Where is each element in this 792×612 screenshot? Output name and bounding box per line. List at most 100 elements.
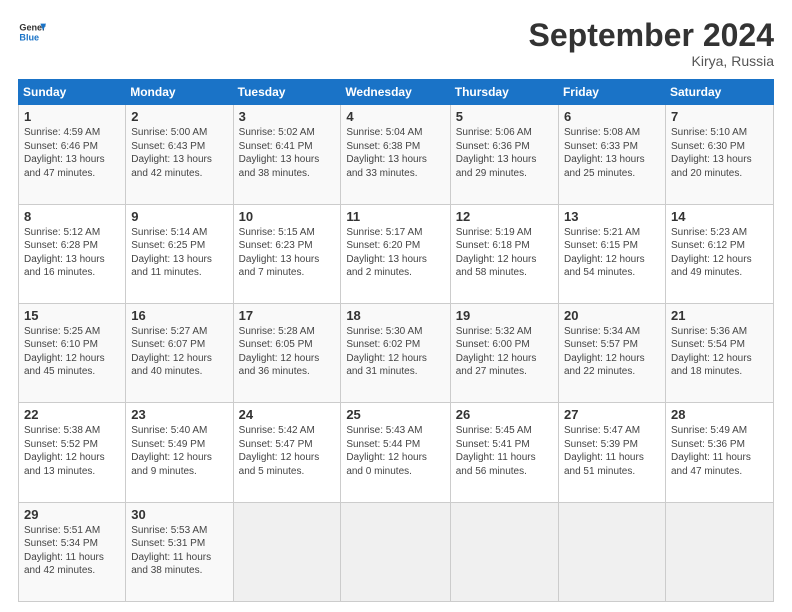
calendar-week-3: 15 Sunrise: 5:25 AM Sunset: 6:10 PM Dayli…: [19, 303, 774, 402]
day-number: 13: [564, 209, 660, 224]
day-number: 10: [239, 209, 336, 224]
table-row: 22Sunrise: 5:38 AM Sunset: 5:52 PM Dayli…: [19, 403, 126, 502]
day-info: Sunrise: 5:25 AM Sunset: 6:10 PM Dayligh…: [24, 325, 120, 379]
table-row: 19 Sunrise: 5:32 AM Sunset: 6:00 PM Dayli…: [450, 303, 558, 402]
logo: General Blue: [18, 18, 46, 46]
col-saturday: Saturday: [665, 80, 773, 105]
table-row: 20Sunrise: 5:34 AM Sunset: 5:57 PM Dayli…: [558, 303, 665, 402]
table-row: [665, 502, 773, 601]
day-info: Sunrise: 5:06 AM Sunset: 6:36 PM Dayligh…: [456, 126, 553, 180]
table-row: 27 Sunrise: 5:47 AM Sunset: 5:39 PM Dayli…: [558, 403, 665, 502]
day-info: Sunrise: 5:21 AM Sunset: 6:15 PM Dayligh…: [564, 226, 660, 280]
day-number: 27: [564, 407, 660, 422]
calendar-week-1: 1 Sunrise: 4:59 AM Sunset: 6:46 PM Daylig…: [19, 105, 774, 204]
day-number: 11: [346, 209, 444, 224]
day-number: 8: [24, 209, 120, 224]
table-row: 13 Sunrise: 5:21 AM Sunset: 6:15 PM Dayli…: [558, 204, 665, 303]
col-tuesday: Tuesday: [233, 80, 341, 105]
table-row: 26 Sunrise: 5:45 AM Sunset: 5:41 PM Dayli…: [450, 403, 558, 502]
day-info: Sunrise: 5:45 AM Sunset: 5:41 PM Dayligh…: [456, 424, 553, 478]
logo-icon: General Blue: [18, 18, 46, 46]
day-info: Sunrise: 5:28 AM Sunset: 6:05 PM Dayligh…: [239, 325, 336, 379]
table-row: 23 Sunrise: 5:40 AM Sunset: 5:49 PM Dayli…: [126, 403, 233, 502]
day-info: Sunrise: 5:47 AM Sunset: 5:39 PM Dayligh…: [564, 424, 660, 478]
day-number: 30: [131, 507, 227, 522]
svg-text:Blue: Blue: [19, 32, 39, 42]
calendar: Sunday Monday Tuesday Wednesday Thursday…: [18, 79, 774, 602]
table-row: 12 Sunrise: 5:19 AM Sunset: 6:18 PM Dayli…: [450, 204, 558, 303]
table-row: 6 Sunrise: 5:08 AM Sunset: 6:33 PM Daylig…: [558, 105, 665, 204]
table-row: 29Sunrise: 5:51 AM Sunset: 5:34 PM Dayli…: [19, 502, 126, 601]
day-info: Sunrise: 5:42 AM Sunset: 5:47 PM Dayligh…: [239, 424, 336, 478]
day-info: Sunrise: 5:02 AM Sunset: 6:41 PM Dayligh…: [239, 126, 336, 180]
day-info: Sunrise: 5:40 AM Sunset: 5:49 PM Dayligh…: [131, 424, 227, 478]
day-number: 18: [346, 308, 444, 323]
table-row: 2 Sunrise: 5:00 AM Sunset: 6:43 PM Daylig…: [126, 105, 233, 204]
table-row: 30 Sunrise: 5:53 AM Sunset: 5:31 PM Dayli…: [126, 502, 233, 601]
table-row: 16 Sunrise: 5:27 AM Sunset: 6:07 PM Dayli…: [126, 303, 233, 402]
day-info: Sunrise: 5:00 AM Sunset: 6:43 PM Dayligh…: [131, 126, 227, 180]
table-row: [450, 502, 558, 601]
table-row: 17Sunrise: 5:28 AM Sunset: 6:05 PM Dayli…: [233, 303, 341, 402]
title-block: September 2024 Kirya, Russia: [529, 18, 774, 69]
table-row: [558, 502, 665, 601]
day-number: 21: [671, 308, 768, 323]
day-number: 23: [131, 407, 227, 422]
day-number: 6: [564, 109, 660, 124]
day-number: 2: [131, 109, 227, 124]
day-number: 1: [24, 109, 120, 124]
day-info: Sunrise: 5:49 AM Sunset: 5:36 PM Dayligh…: [671, 424, 768, 478]
header: General Blue September 2024 Kirya, Russi…: [18, 18, 774, 69]
location: Kirya, Russia: [529, 53, 774, 69]
day-info: Sunrise: 5:43 AM Sunset: 5:44 PM Dayligh…: [346, 424, 444, 478]
calendar-week-4: 22Sunrise: 5:38 AM Sunset: 5:52 PM Dayli…: [19, 403, 774, 502]
day-number: 22: [24, 407, 120, 422]
day-info: Sunrise: 5:08 AM Sunset: 6:33 PM Dayligh…: [564, 126, 660, 180]
table-row: 4 Sunrise: 5:04 AM Sunset: 6:38 PM Daylig…: [341, 105, 450, 204]
table-row: 15 Sunrise: 5:25 AM Sunset: 6:10 PM Dayli…: [19, 303, 126, 402]
day-number: 19: [456, 308, 553, 323]
day-info: Sunrise: 5:14 AM Sunset: 6:25 PM Dayligh…: [131, 226, 227, 280]
col-sunday: Sunday: [19, 80, 126, 105]
day-number: 4: [346, 109, 444, 124]
day-number: 12: [456, 209, 553, 224]
day-number: 5: [456, 109, 553, 124]
table-row: 14 Sunrise: 5:23 AM Sunset: 6:12 PM Dayli…: [665, 204, 773, 303]
table-row: 3Sunrise: 5:02 AM Sunset: 6:41 PM Daylig…: [233, 105, 341, 204]
day-number: 15: [24, 308, 120, 323]
col-monday: Monday: [126, 80, 233, 105]
day-info: Sunrise: 5:23 AM Sunset: 6:12 PM Dayligh…: [671, 226, 768, 280]
table-row: 25Sunrise: 5:43 AM Sunset: 5:44 PM Dayli…: [341, 403, 450, 502]
table-row: 11 Sunrise: 5:17 AM Sunset: 6:20 PM Dayli…: [341, 204, 450, 303]
day-info: Sunrise: 5:19 AM Sunset: 6:18 PM Dayligh…: [456, 226, 553, 280]
month-title: September 2024: [529, 18, 774, 53]
day-info: Sunrise: 5:32 AM Sunset: 6:00 PM Dayligh…: [456, 325, 553, 379]
day-number: 9: [131, 209, 227, 224]
table-row: 28 Sunrise: 5:49 AM Sunset: 5:36 PM Dayli…: [665, 403, 773, 502]
table-row: 21 Sunrise: 5:36 AM Sunset: 5:54 PM Dayli…: [665, 303, 773, 402]
day-info: Sunrise: 5:36 AM Sunset: 5:54 PM Dayligh…: [671, 325, 768, 379]
day-info: Sunrise: 5:15 AM Sunset: 6:23 PM Dayligh…: [239, 226, 336, 280]
day-number: 16: [131, 308, 227, 323]
day-number: 26: [456, 407, 553, 422]
col-thursday: Thursday: [450, 80, 558, 105]
calendar-header-row: Sunday Monday Tuesday Wednesday Thursday…: [19, 80, 774, 105]
day-info: Sunrise: 5:27 AM Sunset: 6:07 PM Dayligh…: [131, 325, 227, 379]
day-number: 14: [671, 209, 768, 224]
day-number: 29: [24, 507, 120, 522]
day-info: Sunrise: 5:53 AM Sunset: 5:31 PM Dayligh…: [131, 524, 227, 578]
day-info: Sunrise: 5:30 AM Sunset: 6:02 PM Dayligh…: [346, 325, 444, 379]
calendar-week-2: 8Sunrise: 5:12 AM Sunset: 6:28 PM Daylig…: [19, 204, 774, 303]
table-row: 10 Sunrise: 5:15 AM Sunset: 6:23 PM Dayli…: [233, 204, 341, 303]
col-friday: Friday: [558, 80, 665, 105]
table-row: [341, 502, 450, 601]
table-row: [233, 502, 341, 601]
day-number: 20: [564, 308, 660, 323]
calendar-week-5: 29Sunrise: 5:51 AM Sunset: 5:34 PM Dayli…: [19, 502, 774, 601]
table-row: 18 Sunrise: 5:30 AM Sunset: 6:02 PM Dayli…: [341, 303, 450, 402]
table-row: 7Sunrise: 5:10 AM Sunset: 6:30 PM Daylig…: [665, 105, 773, 204]
day-info: Sunrise: 5:17 AM Sunset: 6:20 PM Dayligh…: [346, 226, 444, 280]
day-info: Sunrise: 4:59 AM Sunset: 6:46 PM Dayligh…: [24, 126, 120, 180]
day-number: 28: [671, 407, 768, 422]
day-info: Sunrise: 5:04 AM Sunset: 6:38 PM Dayligh…: [346, 126, 444, 180]
